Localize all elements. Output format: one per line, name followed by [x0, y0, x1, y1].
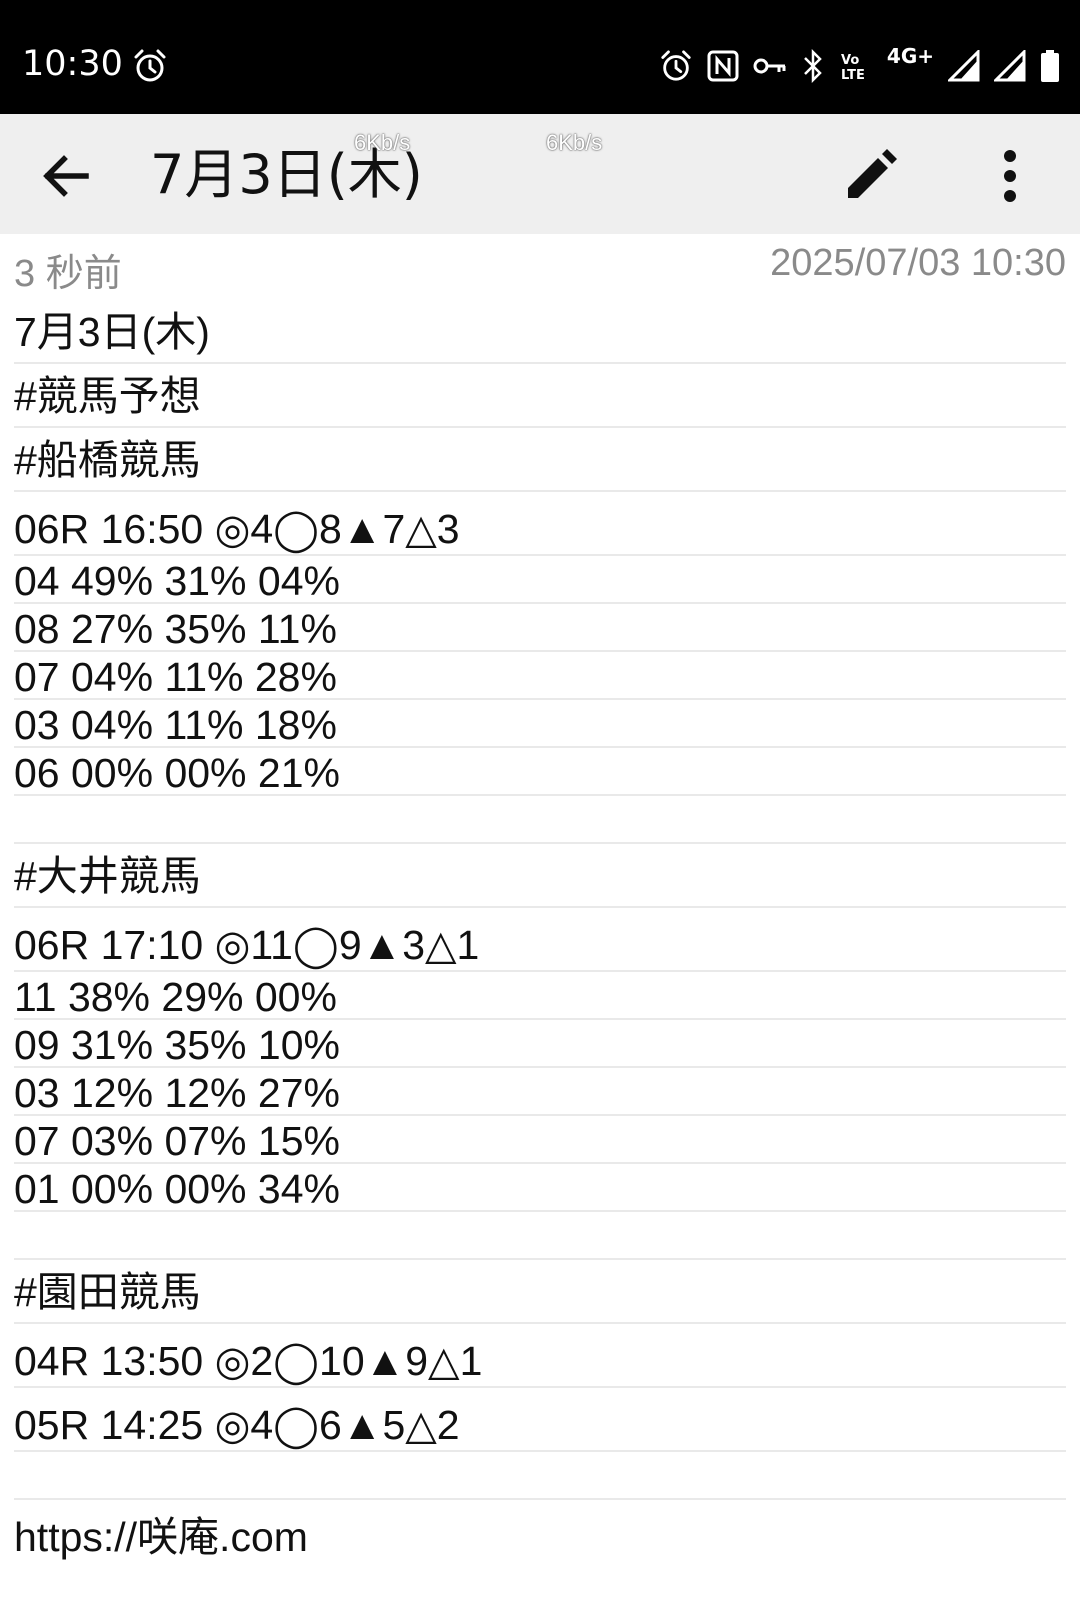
note-line[interactable] [14, 1212, 1066, 1260]
bluetooth-icon [801, 49, 825, 83]
note-line[interactable]: 06R 16:50 ◎4◯8▲7△3 [14, 492, 1066, 556]
vpn-key-icon [753, 56, 787, 76]
more-vert-icon [1004, 150, 1016, 202]
note-line[interactable]: 05R 14:25 ◎4◯6▲5△2 [14, 1388, 1066, 1452]
note-line[interactable]: #船橋競馬 [14, 428, 1066, 492]
network-speed-indicator: 6Kb/s [354, 130, 411, 155]
note-line[interactable]: 07 04% 11% 28% [14, 652, 1066, 700]
svg-text:Vo: Vo [841, 53, 859, 68]
note-line[interactable]: 07 03% 07% 15% [14, 1116, 1066, 1164]
note-line[interactable]: 11 38% 29% 00% [14, 972, 1066, 1020]
note-line[interactable] [14, 796, 1066, 844]
note-meta-row: 3 秒前 2025/07/03 10:30 [0, 234, 1080, 298]
note-line[interactable]: 01 00% 00% 34% [14, 1164, 1066, 1212]
network-type-label: 4G+ [886, 44, 934, 68]
status-bar: 10:30 Vo LTE 4G+ [0, 0, 1080, 114]
note-line[interactable]: 08 27% 35% 11% [14, 604, 1066, 652]
volte-icon: Vo LTE [839, 50, 873, 82]
signal-icon [994, 50, 1026, 82]
note-line[interactable]: 03 04% 11% 18% [14, 700, 1066, 748]
app-bar: 7月3日(木) 6Kb/s 6Kb/s [0, 114, 1080, 234]
alarm-icon [132, 48, 168, 84]
edit-pencil-icon [848, 149, 897, 198]
note-line[interactable]: 06 00% 00% 21% [14, 748, 1066, 796]
alarm-icon [659, 49, 693, 83]
note-line[interactable]: #競馬予想 [14, 364, 1066, 428]
note-line[interactable]: #大井競馬 [14, 844, 1066, 908]
note-line[interactable]: 09 31% 35% 10% [14, 1020, 1066, 1068]
status-icons: Vo LTE 4G+ [659, 44, 1060, 88]
edit-button[interactable] [838, 144, 902, 208]
note-line-link[interactable]: https://咲庵.com [14, 1500, 1066, 1564]
note-body-editor[interactable]: 7月3日(木) #競馬予想 #船橋競馬 06R 16:50 ◎4◯8▲7△3 0… [0, 300, 1080, 1564]
svg-text:LTE: LTE [841, 68, 865, 82]
note-line[interactable]: 03 12% 12% 27% [14, 1068, 1066, 1116]
nfc-icon [707, 50, 739, 82]
note-line[interactable]: 7月3日(木) [14, 300, 1066, 364]
status-time: 10:30 [22, 44, 123, 84]
battery-icon [1040, 49, 1060, 83]
note-line[interactable]: 04 49% 31% 04% [14, 556, 1066, 604]
note-line[interactable]: 06R 17:10 ◎11◯9▲3△1 [14, 908, 1066, 972]
back-button[interactable] [34, 144, 98, 208]
network-speed-indicator: 6Kb/s [546, 130, 603, 155]
note-timestamp: 2025/07/03 10:30 [770, 242, 1066, 284]
signal-icon [948, 50, 980, 82]
back-arrow-icon [43, 155, 89, 197]
note-line[interactable]: 04R 13:50 ◎2◯10▲9△1 [14, 1324, 1066, 1388]
note-line[interactable] [14, 1452, 1066, 1500]
note-line[interactable]: #園田競馬 [14, 1260, 1066, 1324]
more-options-button[interactable] [978, 144, 1042, 208]
relative-edit-time: 3 秒前 [14, 253, 122, 295]
